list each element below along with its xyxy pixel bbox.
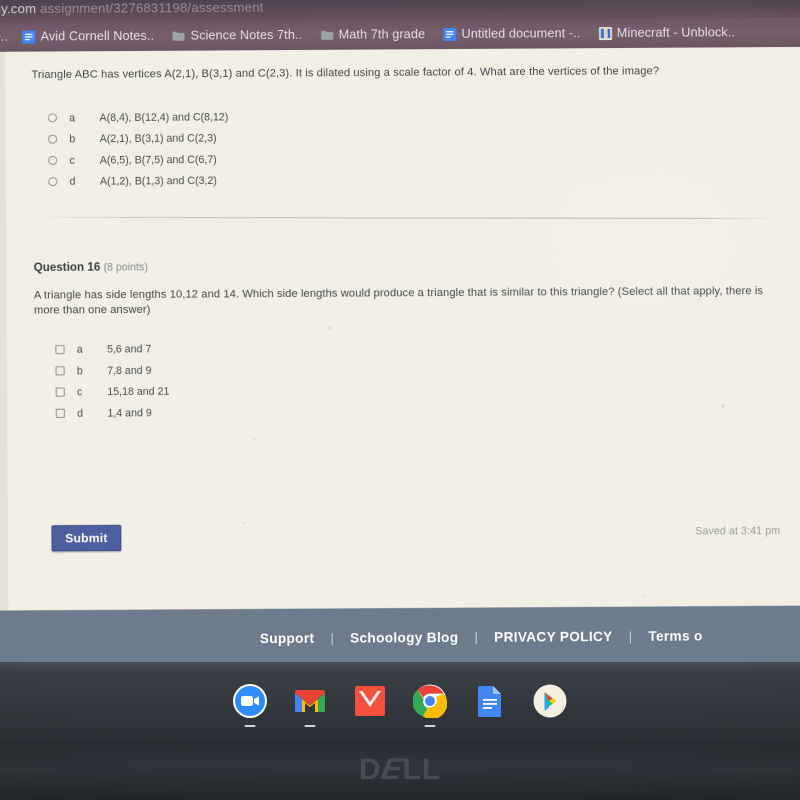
bookmark-item-3[interactable]: Math 7th grade — [320, 27, 425, 42]
choice-letter: c — [69, 154, 75, 167]
question-16-title: Question 16 — [33, 261, 101, 275]
choice-letter: d — [77, 407, 84, 420]
footer-separator: | — [474, 629, 478, 645]
laptop-screen-photo: gy.com assignment/3276831198/assessment … — [0, 0, 800, 800]
footer-link-support[interactable]: Support — [260, 630, 315, 646]
footer-links: Support | Schoology Blog | PRIVACY POLIC… — [260, 628, 703, 646]
question-16-choices: a 5,6 and 7 b 7,8 and 9 c 15,18 and 21 d… — [55, 338, 169, 424]
choice-text: A(1,2), B(1,3) and C(3,2) — [99, 174, 217, 188]
radio-button-icon[interactable] — [47, 113, 58, 123]
choice-text: A(2,1), B(3,1) and C(2,3) — [99, 132, 217, 145]
google-docs-icon — [22, 29, 36, 44]
chrome-icon[interactable] — [411, 682, 449, 727]
app-running-indicator — [304, 725, 316, 727]
choice-letter: b — [69, 132, 76, 146]
checkbox-icon[interactable] — [55, 408, 65, 418]
google-docs-icon[interactable] — [471, 682, 509, 720]
bookmark-label: Math 7th grade — [338, 27, 426, 42]
assessment-content: Triangle ABC has vertices A(2,1), B(3,1)… — [5, 46, 800, 611]
screen-speck — [721, 404, 725, 408]
app-running-indicator — [244, 725, 256, 727]
bookmark-item-1[interactable]: Avid Cornell Notes.. — [22, 29, 154, 44]
footer-separator: | — [330, 630, 334, 646]
question-15-choice-a[interactable]: a A(8,4), B(12,4) and C(8,12) — [47, 106, 229, 128]
laptop-bezel: DELL — [0, 740, 800, 800]
radio-button-icon[interactable] — [48, 134, 58, 144]
bookmark-label: e.. — [0, 29, 9, 44]
bookmark-item-2[interactable]: Science Notes 7th.. — [172, 28, 302, 43]
question-16-choice-a[interactable]: a 5,6 and 7 — [55, 338, 169, 360]
bookmark-bar: e.. Avid Cornell Notes.. Science Notes 7… — [0, 16, 800, 52]
gmail-icon[interactable] — [291, 682, 329, 727]
chromebook-screen: gy.com assignment/3276831198/assessment … — [0, 0, 800, 670]
omnibox-path: assignment/3276831198/assessment — [40, 0, 264, 17]
question-16-prompt: A triangle has side lengths 10,12 and 14… — [33, 285, 764, 317]
chromeos-shelf — [0, 662, 800, 740]
choice-text: A(6,5), B(7,5) and C(6,7) — [99, 153, 217, 167]
zoom-icon[interactable] — [231, 682, 269, 727]
choice-letter: a — [76, 343, 83, 356]
google-play-store-icon[interactable] — [531, 682, 569, 720]
checkbox-icon[interactable] — [55, 366, 65, 376]
choice-text: A(8,4), B(12,4) and C(8,12) — [99, 110, 229, 124]
question-16-choice-d[interactable]: d 1,4 and 9 — [55, 402, 170, 424]
footer-link-schoology-blog[interactable]: Schoology Blog — [350, 629, 458, 645]
google-docs-icon — [443, 27, 457, 41]
shelf-app-list — [0, 674, 800, 728]
bookmark-item-5[interactable]: Minecraft - Unblock.. — [598, 25, 736, 41]
footer-link-terms[interactable]: Terms o — [648, 628, 702, 644]
question-15-prompt: Triangle ABC has vertices A(2,1), B(3,1)… — [31, 65, 660, 82]
choice-text: 7,8 and 9 — [107, 364, 152, 377]
choice-text: 1,4 and 9 — [107, 406, 152, 420]
bookmark-label: Untitled document -.. — [461, 26, 581, 41]
bookmark-label: Avid Cornell Notes.. — [40, 28, 155, 44]
footer-link-privacy-policy[interactable]: PRIVACY POLICY — [494, 629, 612, 645]
screen-speck — [328, 326, 332, 330]
folder-icon — [172, 29, 185, 42]
screen-speck — [253, 437, 256, 440]
checkbox-icon[interactable] — [55, 387, 65, 397]
screen-speck — [242, 521, 245, 525]
shelf-gloss — [0, 662, 800, 670]
assessment-page: Triangle ABC has vertices A(2,1), B(3,1)… — [0, 46, 800, 670]
radio-button-icon[interactable] — [48, 177, 58, 187]
choice-text: 15,18 and 21 — [107, 385, 170, 398]
question-16-points: (8 points) — [103, 261, 148, 274]
omnibox-host: gy.com — [0, 1, 37, 17]
bookmark-label: Science Notes 7th.. — [190, 27, 303, 43]
question-15-choices: a A(8,4), B(12,4) and C(8,12) b A(2,1), … — [47, 106, 229, 192]
question-15-choice-b[interactable]: b A(2,1), B(3,1) and C(2,3) — [48, 127, 228, 149]
omnibox-url: gy.com assignment/3276831198/assessment — [0, 0, 264, 19]
bookmark-item-4[interactable]: Untitled document -.. — [443, 26, 580, 41]
bookmark-item-0[interactable]: e.. — [0, 30, 8, 44]
question-15-choice-d[interactable]: d A(1,2), B(1,3) and C(3,2) — [48, 170, 228, 192]
radio-button-icon[interactable] — [48, 155, 58, 165]
screen-speck — [641, 594, 644, 597]
folder-icon — [320, 28, 334, 41]
question-divider — [32, 216, 782, 220]
app-running-indicator — [424, 725, 436, 727]
bookmark-label: Minecraft - Unblock.. — [616, 25, 736, 41]
choice-text: 5,6 and 7 — [106, 342, 152, 356]
question-16-choice-b[interactable]: b 7,8 and 9 — [55, 360, 169, 382]
choice-letter: d — [69, 175, 76, 188]
question-16-header: Question 16 (8 points) — [34, 261, 148, 274]
generic-site-icon — [598, 26, 612, 40]
choice-letter: c — [76, 385, 83, 399]
choice-letter: b — [76, 364, 83, 377]
footer-separator: | — [628, 628, 633, 644]
choice-letter: a — [69, 111, 76, 124]
dell-logo: DELL — [358, 753, 442, 786]
site-footer: Support | Schoology Blog | PRIVACY POLIC… — [0, 605, 800, 670]
question-16-choice-c[interactable]: c 15,18 and 21 — [55, 381, 170, 403]
saved-status: Saved at 3:41 pm — [695, 524, 781, 538]
checkbox-icon[interactable] — [55, 344, 65, 355]
inbox-mail-icon[interactable] — [351, 682, 389, 720]
question-15-choice-c[interactable]: c A(6,5), B(7,5) and C(6,7) — [48, 149, 228, 171]
submit-button[interactable]: Submit — [51, 524, 122, 552]
